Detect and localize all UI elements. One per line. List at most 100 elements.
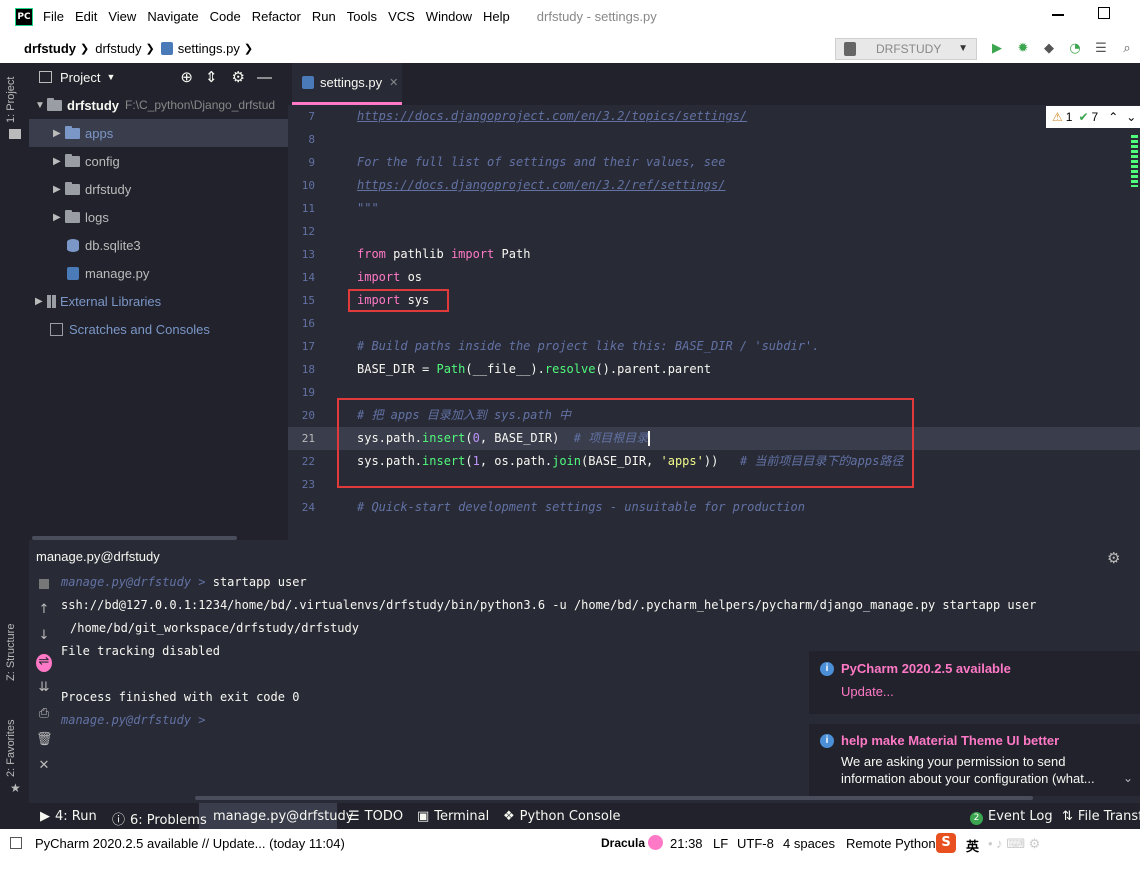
- tree-item-apps[interactable]: ▶ apps: [29, 119, 288, 147]
- build-icon[interactable]: ☰: [1093, 41, 1109, 57]
- line-number: 10: [301, 179, 315, 192]
- tab-structure[interactable]: Z: Structure: [5, 624, 17, 681]
- tree-item-scratches[interactable]: Scratches and Consoles: [50, 315, 210, 343]
- breadcrumb-package[interactable]: drfstudy: [95, 41, 141, 56]
- tab-manage-py[interactable]: manage.py@drfstudy: [213, 809, 353, 824]
- menu-bar: PC File Edit View Navigate Code Refactor…: [0, 0, 1140, 33]
- line-separator[interactable]: LF: [713, 836, 728, 851]
- code-text: (__file__).: [465, 362, 545, 376]
- coverage-icon[interactable]: ◆: [1041, 41, 1057, 57]
- status-message[interactable]: PyCharm 2020.2.5 available // Update... …: [35, 836, 345, 851]
- tab-project[interactable]: 1: Project: [5, 77, 17, 123]
- notification-title: help make Material Theme UI better: [841, 733, 1060, 748]
- arrow-down-icon[interactable]: ↓: [36, 628, 52, 643]
- code-line: 14 import os: [288, 266, 1140, 289]
- tree-root[interactable]: ▼ drfstudy F:\C_python\Django_drfstud: [35, 91, 275, 119]
- tab-settings-py[interactable]: settings.py ✕: [292, 63, 402, 105]
- chevron-up-icon[interactable]: ⌃: [1108, 110, 1118, 124]
- minimize-icon[interactable]: [1052, 8, 1066, 22]
- interpreter[interactable]: Remote Python: [846, 836, 936, 851]
- django-icon: [844, 42, 856, 56]
- file-encoding[interactable]: UTF-8: [737, 836, 774, 851]
- chevron-down-icon[interactable]: ⌄: [1126, 110, 1136, 124]
- menu-refactor[interactable]: Refactor: [252, 9, 301, 24]
- line-number: 22: [301, 455, 315, 468]
- menu-file[interactable]: File: [43, 9, 64, 24]
- tab-favorites[interactable]: 2: Favorites: [5, 720, 17, 777]
- menu-help[interactable]: Help: [483, 9, 510, 24]
- tab-event-log[interactable]: 2 Event Log: [970, 809, 1053, 825]
- debug-icon[interactable]: ✹: [1015, 41, 1031, 57]
- scroll-to-end-icon[interactable]: ⇊: [36, 680, 52, 695]
- hide-icon[interactable]: —: [257, 69, 272, 86]
- code-line: 18 BASE_DIR = Path(__file__).resolve().pa…: [288, 358, 1140, 381]
- tree-item-config[interactable]: ▶ config: [53, 147, 120, 175]
- python-file-icon: [160, 41, 173, 55]
- menu-view[interactable]: View: [108, 9, 136, 24]
- profile-icon[interactable]: ◔: [1067, 41, 1083, 57]
- run-icon[interactable]: ▶: [989, 41, 1005, 57]
- tree-item-drfstudy[interactable]: ▶ drfstudy: [53, 175, 131, 203]
- tab-todo[interactable]: ☰ TODO: [348, 809, 403, 824]
- layout-icon[interactable]: [10, 837, 22, 849]
- tab-problems[interactable]: ⓘ 6: Problems: [112, 809, 207, 828]
- tree-item-db[interactable]: db.sqlite3: [67, 231, 141, 259]
- tab-python-console[interactable]: ❖ Python Console: [503, 809, 620, 824]
- trash-icon[interactable]: 🗑: [36, 732, 53, 747]
- event-log-badge: 2: [970, 812, 983, 825]
- tab-terminal[interactable]: ▣ Terminal: [417, 809, 489, 824]
- chevron-down-icon[interactable]: ▼: [106, 72, 115, 82]
- code-text[interactable]: https://docs.djangoproject.com/en/3.2/re…: [357, 174, 725, 197]
- chevron-down-icon: ▼: [35, 99, 45, 111]
- soft-wrap-icon[interactable]: ⇌: [36, 654, 52, 672]
- close-icon[interactable]: ✕: [36, 758, 52, 773]
- tree-item-logs[interactable]: ▶ logs: [53, 203, 109, 231]
- run-icon: ▶: [40, 809, 50, 824]
- menu-code[interactable]: Code: [210, 9, 241, 24]
- print-icon[interactable]: ⎙: [36, 706, 52, 721]
- inspection-widget[interactable]: ⚠ 1 ✔ 7 ⌃ ⌄: [1046, 106, 1140, 128]
- gear-icon[interactable]: ⚙: [1107, 549, 1120, 567]
- menu-window[interactable]: Window: [426, 9, 472, 24]
- transfer-icon: ⇅: [1062, 809, 1073, 824]
- arrow-up-icon[interactable]: ↑: [36, 602, 52, 617]
- console-line[interactable]: manage.py@drfstudy >: [61, 713, 206, 727]
- menu-vcs[interactable]: VCS: [388, 9, 415, 24]
- function-name: Path: [436, 362, 466, 376]
- tree-item-external-libraries[interactable]: ▶ External Libraries: [35, 287, 161, 315]
- collapse-all-icon[interactable]: ⇕: [205, 68, 218, 86]
- maximize-icon[interactable]: [1098, 7, 1110, 19]
- tab-file-transfer[interactable]: ⇅ File Transfer: [1062, 809, 1140, 824]
- update-link[interactable]: Update...: [841, 684, 894, 699]
- indent-setting[interactable]: 4 spaces: [783, 836, 835, 851]
- project-title[interactable]: Project: [60, 70, 100, 85]
- tree-item-manage[interactable]: manage.py: [67, 259, 149, 287]
- tab-label: Python Console: [519, 809, 621, 824]
- scrollbar[interactable]: [195, 796, 1033, 800]
- menu-tools[interactable]: Tools: [347, 9, 377, 24]
- sogou-ime-icon[interactable]: S: [936, 833, 956, 853]
- stop-icon[interactable]: [36, 578, 52, 593]
- breadcrumb-file[interactable]: settings.py: [178, 41, 240, 56]
- menu-run[interactable]: Run: [312, 9, 336, 24]
- theme-indicator[interactable]: Dracula: [601, 836, 645, 850]
- locate-icon[interactable]: ⊕: [180, 68, 193, 86]
- code-text[interactable]: https://docs.djangoproject.com/en/3.2/to…: [357, 105, 747, 128]
- cursor-position[interactable]: 21:38: [670, 836, 703, 851]
- line-number: 24: [301, 501, 315, 514]
- chevron-down-icon[interactable]: ⌄: [1123, 771, 1133, 785]
- console-prompt: manage.py@drfstudy >: [61, 713, 206, 727]
- breadcrumb-project[interactable]: drfstudy: [24, 41, 76, 56]
- search-everywhere-icon[interactable]: ⌕: [1119, 41, 1135, 57]
- tab-label: TODO: [364, 809, 404, 824]
- left-tool-strip: 1: Project Z: Structure 2: Favorites ★: [0, 63, 29, 833]
- menu-navigate[interactable]: Navigate: [147, 9, 198, 24]
- close-icon[interactable]: ✕: [389, 76, 398, 89]
- run-config-select[interactable]: DRFSTUDY ▼: [835, 38, 977, 60]
- terminal-icon: ▣: [417, 809, 430, 824]
- code-line: 17 # Build paths inside the project like …: [288, 335, 1140, 358]
- menu-edit[interactable]: Edit: [75, 9, 97, 24]
- gear-icon[interactable]: ⚙: [232, 68, 245, 86]
- ime-indicator[interactable]: 英: [966, 836, 979, 855]
- tab-run[interactable]: ▶ 4: Run: [40, 809, 97, 824]
